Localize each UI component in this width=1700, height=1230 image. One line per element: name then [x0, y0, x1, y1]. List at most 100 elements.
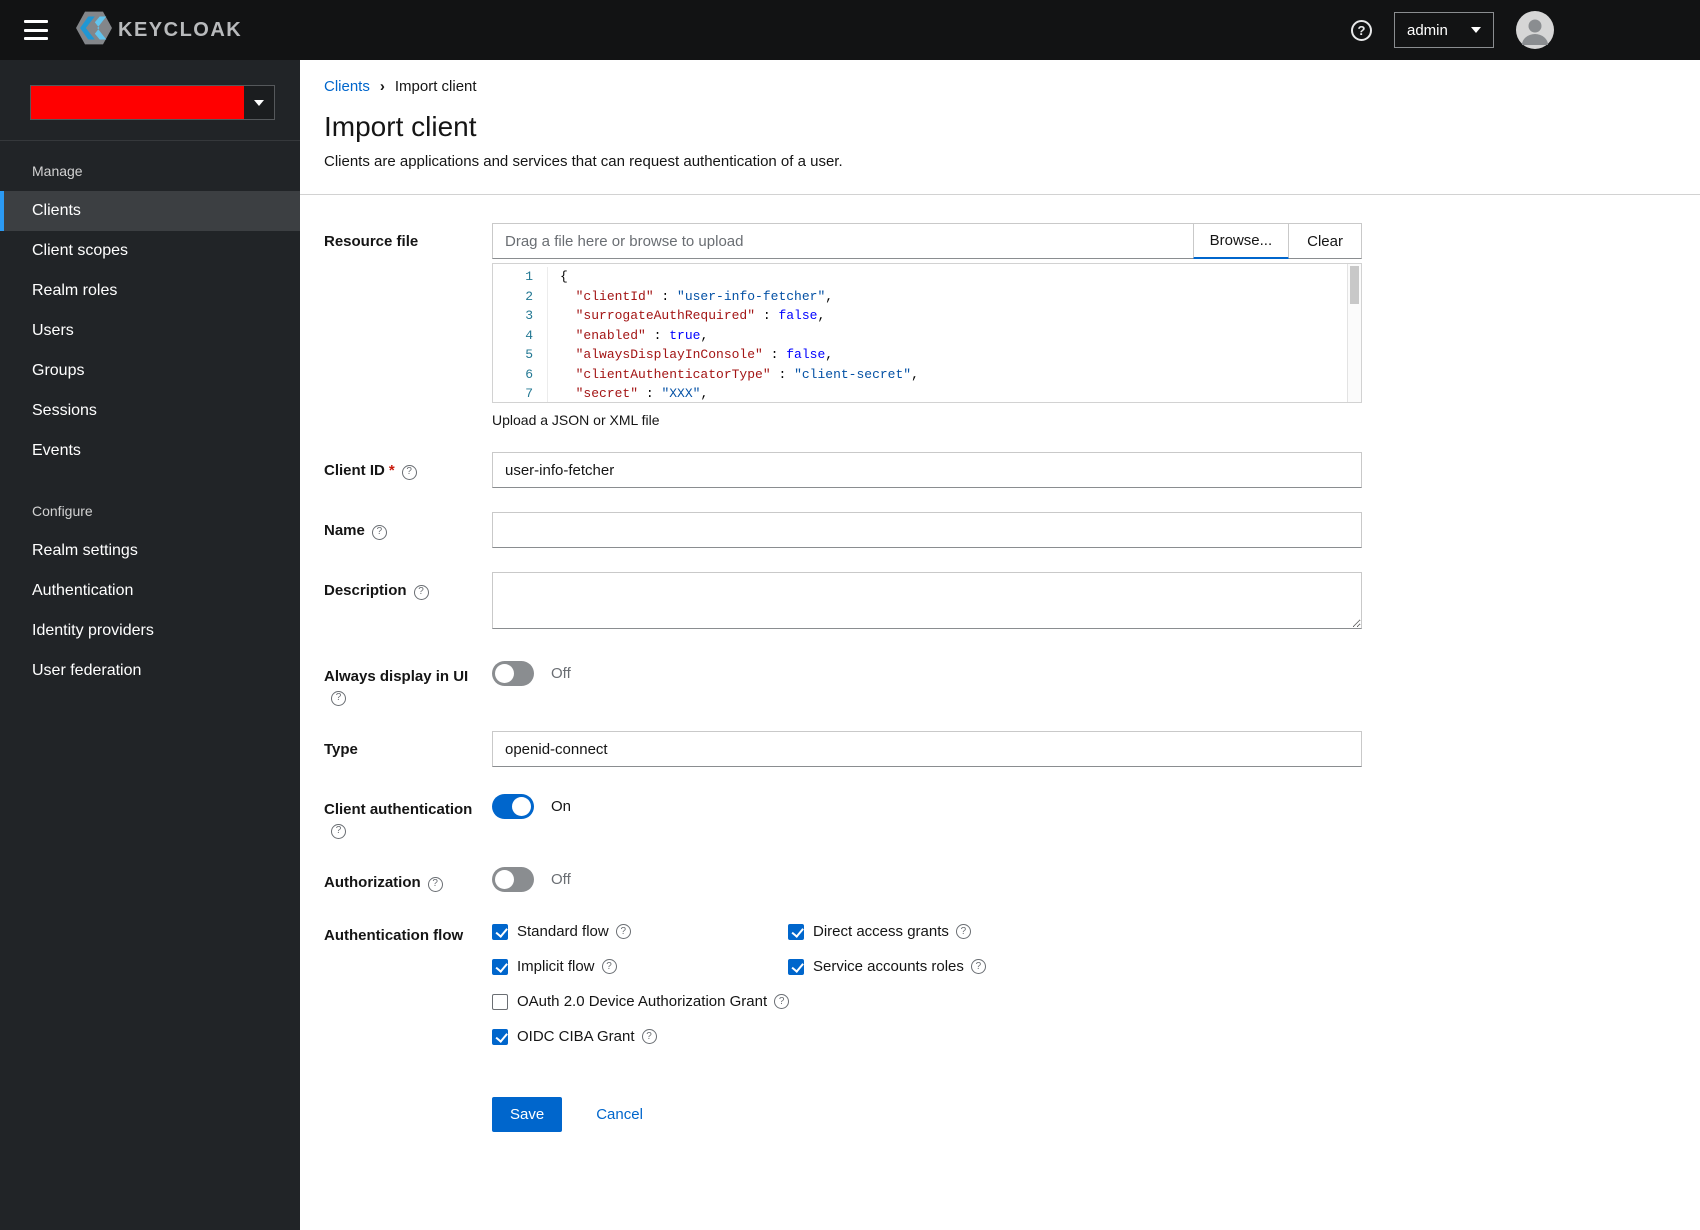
- checkbox-box: [492, 958, 508, 975]
- toggle-state-label: On: [551, 798, 572, 815]
- authorization-toggle[interactable]: [492, 867, 534, 892]
- browse-button[interactable]: Browse...: [1192, 223, 1290, 259]
- always-display-row: Always display in UI? Off: [324, 658, 1676, 707]
- nav-section-manage: Manage Clients Client scopes Realm roles…: [0, 163, 300, 471]
- sidebar-item-events[interactable]: Events: [0, 431, 300, 471]
- checkbox-service-accounts-roles[interactable]: Service accounts roles ?: [788, 958, 986, 975]
- keycloak-logo-icon: [76, 11, 112, 50]
- always-display-help-icon[interactable]: ?: [331, 690, 346, 706]
- file-upload-input[interactable]: [492, 223, 1193, 259]
- checkbox-oidc-ciba-grant[interactable]: OIDC CIBA Grant ?: [492, 1028, 986, 1045]
- chevron-down-icon: [254, 99, 264, 106]
- always-display-toggle[interactable]: [492, 661, 534, 686]
- name-row: Name?: [324, 512, 1676, 548]
- client-authentication-toggle-wrap: On: [492, 791, 1362, 819]
- direct-access-grants-help-icon[interactable]: ?: [955, 924, 971, 939]
- authorization-label: Authorization?: [324, 864, 492, 893]
- code-editor[interactable]: 1234567 { "clientId" : "user-info-fetche…: [492, 263, 1362, 403]
- type-input[interactable]: [492, 731, 1362, 767]
- sidebar-item-identity-providers[interactable]: Identity providers: [0, 611, 300, 651]
- client-authentication-toggle[interactable]: [492, 794, 534, 819]
- sidebar-item-groups[interactable]: Groups: [0, 351, 300, 391]
- checkbox-box: [492, 923, 508, 940]
- sidebar-item-clients[interactable]: Clients: [0, 191, 300, 231]
- sidebar-item-realm-settings[interactable]: Realm settings: [0, 531, 300, 571]
- description-help-icon[interactable]: ?: [413, 584, 429, 600]
- masthead: KEYCLOAK ? admin: [0, 0, 1700, 60]
- checkbox-direct-access-grants[interactable]: Direct access grants ?: [788, 923, 986, 940]
- realm-selector-area: [0, 60, 300, 141]
- nav-section-configure: Configure Realm settings Authentication …: [0, 503, 300, 691]
- help-icon[interactable]: ?: [1351, 19, 1372, 41]
- authorization-toggle-wrap: Off: [492, 864, 1362, 892]
- toggle-state-label: Off: [551, 871, 571, 888]
- description-textarea[interactable]: [492, 572, 1362, 629]
- authentication-flow-row: Authentication flow Standard flow ? Dire…: [324, 917, 1676, 1045]
- code-gutter: 1234567: [525, 269, 533, 401]
- page-header: Clients › Import client Import client Cl…: [300, 60, 1700, 195]
- client-id-row: Client ID *?: [324, 452, 1676, 488]
- oauth-device-grant-help-icon[interactable]: ?: [774, 994, 790, 1009]
- client-id-help-icon[interactable]: ?: [401, 464, 417, 480]
- name-input[interactable]: [492, 512, 1362, 548]
- checkbox-standard-flow[interactable]: Standard flow ?: [492, 923, 788, 940]
- sidebar-item-users[interactable]: Users: [0, 311, 300, 351]
- save-button[interactable]: Save: [492, 1097, 563, 1132]
- resource-file-label: Resource file: [324, 233, 419, 250]
- name-help-icon[interactable]: ?: [371, 524, 387, 540]
- authorization-help-icon[interactable]: ?: [427, 876, 443, 892]
- sidebar-item-realm-roles[interactable]: Realm roles: [0, 271, 300, 311]
- realm-selector[interactable]: [30, 85, 275, 120]
- user-menu-dropdown[interactable]: admin: [1394, 12, 1494, 48]
- type-row: Type: [324, 731, 1676, 767]
- main-content: Clients › Import client Import client Cl…: [300, 60, 1700, 1230]
- breadcrumb-link-clients[interactable]: Clients: [324, 78, 370, 95]
- upload-helper-text: Upload a JSON or XML file: [492, 412, 660, 428]
- description-row: Description?: [324, 572, 1676, 634]
- nav-heading: Configure: [32, 503, 93, 519]
- checkbox-implicit-flow[interactable]: Implicit flow ?: [492, 958, 788, 975]
- standard-flow-help-icon[interactable]: ?: [615, 924, 631, 939]
- form-actions-row: Save Cancel: [324, 1097, 1676, 1132]
- sidebar-item-user-federation[interactable]: User federation: [0, 651, 300, 691]
- checkbox-oauth-device-grant[interactable]: OAuth 2.0 Device Authorization Grant ?: [492, 993, 986, 1010]
- avatar[interactable]: [1516, 11, 1554, 49]
- client-id-input[interactable]: [492, 452, 1362, 488]
- always-display-toggle-wrap: Off: [492, 658, 1362, 686]
- implicit-flow-help-icon[interactable]: ?: [601, 959, 617, 974]
- service-accounts-roles-help-icon[interactable]: ?: [970, 959, 986, 974]
- breadcrumb: Clients › Import client: [324, 78, 1676, 95]
- file-upload-group: Browse... Clear: [492, 223, 1362, 259]
- realm-caret-box: [244, 86, 274, 119]
- checkbox-box: [788, 923, 804, 940]
- brand-text: KEYCLOAK: [118, 18, 243, 41]
- type-label: Type: [324, 741, 358, 758]
- checkbox-box: [788, 958, 804, 975]
- name-label: Name?: [324, 512, 492, 541]
- chevron-down-icon: [1471, 27, 1481, 33]
- sidebar-item-client-scopes[interactable]: Client scopes: [0, 231, 300, 271]
- realm-name-redacted: [31, 86, 244, 119]
- toggle-state-label: Off: [551, 665, 571, 682]
- client-authentication-help-icon[interactable]: ?: [331, 823, 346, 839]
- import-client-form: Resource file Browse... Clear 1234567 { …: [300, 195, 1700, 1132]
- keycloak-logo: KEYCLOAK: [76, 11, 242, 50]
- editor-scrollbar[interactable]: [1347, 264, 1361, 402]
- sidebar-item-authentication[interactable]: Authentication: [0, 571, 300, 611]
- oidc-ciba-grant-help-icon[interactable]: ?: [641, 1029, 657, 1044]
- nav-heading: Manage: [32, 163, 83, 179]
- cancel-button[interactable]: Cancel: [596, 1106, 643, 1123]
- checkbox-box: [492, 993, 508, 1010]
- checkbox-box: [492, 1028, 508, 1045]
- nav-toggle-button[interactable]: [24, 20, 48, 40]
- clear-button[interactable]: Clear: [1289, 223, 1362, 259]
- sidebar: Manage Clients Client scopes Realm roles…: [0, 60, 300, 1230]
- user-menu-label: admin: [1407, 21, 1448, 39]
- sidebar-item-sessions[interactable]: Sessions: [0, 391, 300, 431]
- page-title: Import client: [324, 111, 477, 142]
- required-asterisk: *: [388, 462, 395, 479]
- breadcrumb-current: Import client: [394, 78, 477, 95]
- always-display-label: Always display in UI?: [324, 658, 492, 707]
- authentication-flow-options: Standard flow ? Direct access grants ? I…: [492, 917, 1362, 1045]
- hamburger-icon: [24, 20, 48, 23]
